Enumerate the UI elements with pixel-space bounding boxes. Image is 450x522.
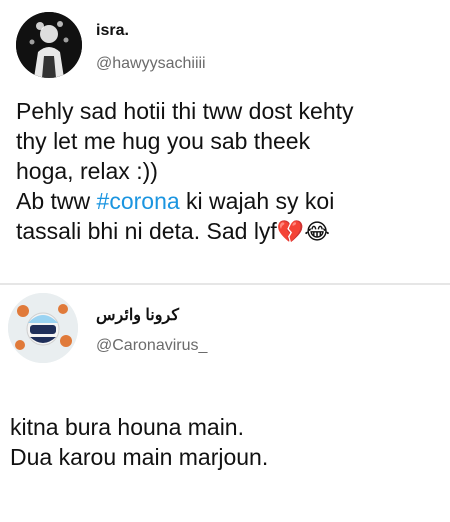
user-handle[interactable]: @hawyysachiiii — [96, 55, 206, 73]
tweet-line: Ab tww #corona ki wajah sy koi — [16, 186, 441, 216]
tweet-line: tassali bhi ni deta. Sad lyf💔😂 — [16, 216, 441, 248]
display-name[interactable]: كرونا وائرس — [96, 305, 179, 325]
tweet-line: kitna bura houna main. — [10, 414, 244, 440]
tweet-line: Dua karou main marjoun. — [10, 444, 269, 470]
tweet-text: kitna bura houna main. Dua karou main ma… — [10, 412, 435, 472]
tweet-text-segment: ki wajah sy koi — [179, 188, 335, 214]
user-avatar[interactable] — [16, 12, 82, 78]
display-name[interactable]: isra. — [96, 22, 129, 40]
user-avatar[interactable] — [8, 293, 78, 363]
emoji-icon: 💔😂 — [276, 220, 330, 245]
tweet-line: thy let me hug you sab theek — [16, 128, 311, 154]
avatar-image-icon — [8, 293, 78, 363]
tweet-line: Pehly sad hotii thi tww dost kehty — [16, 98, 354, 124]
tweet-card-2: كرونا وائرس @Caronavirus_ kitna bura hou… — [0, 285, 450, 522]
tweet-card-1: isra. @hawyysachiiii Pehly sad hotii thi… — [0, 0, 450, 285]
tweet-line: hoga, relax :)) — [16, 158, 158, 184]
tweet-text-segment: Ab tww — [16, 188, 97, 214]
hashtag-link[interactable]: #corona — [97, 188, 180, 214]
tweet-text: Pehly sad hotii thi tww dost kehty thy l… — [16, 96, 441, 248]
avatar-image-icon — [16, 12, 82, 78]
tweet-text-segment: tassali bhi ni deta. Sad lyf — [16, 218, 277, 244]
user-handle[interactable]: @Caronavirus_ — [96, 337, 207, 355]
